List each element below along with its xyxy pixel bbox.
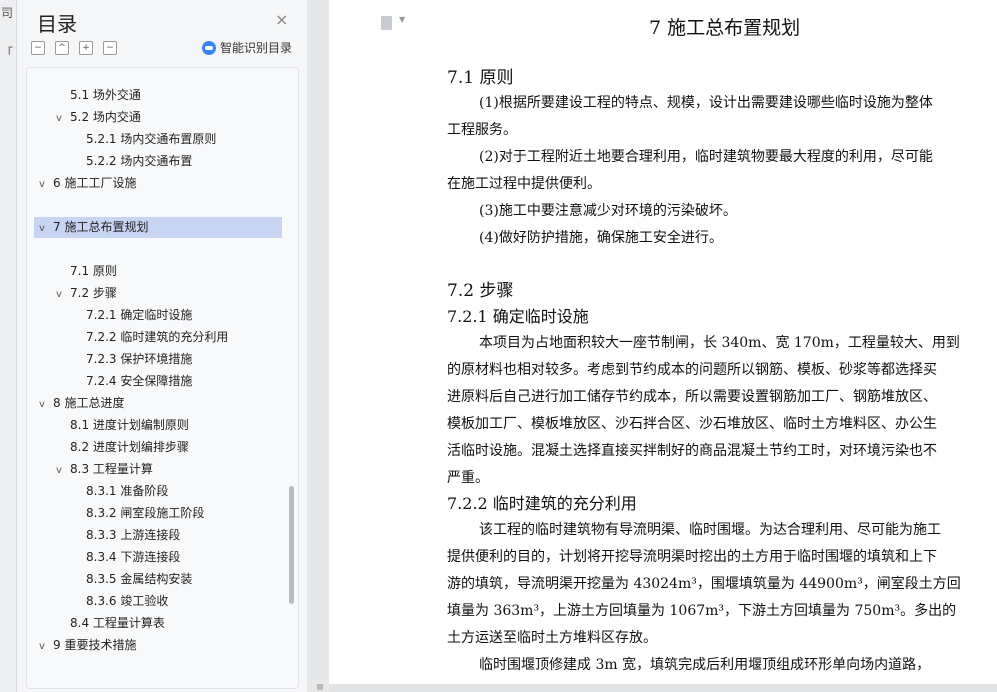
toc-item[interactable]: 7.1 原则 — [70, 261, 117, 282]
toc-item[interactable]: v 5.2 场内交通 — [56, 107, 141, 128]
toc-item-label: 7.2.2 临时建筑的充分利用 — [86, 330, 229, 344]
paragraph-line: 工程服务。 — [447, 122, 517, 138]
chevron-down-icon[interactable]: v — [39, 636, 53, 657]
paragraph-line: 活临时设施。混凝土选择直接买拌制好的商品混凝土节约工时，对环境污染也不 — [447, 443, 937, 459]
toc-item-label: 8.3.6 竣工验收 — [86, 594, 169, 608]
toc-item[interactable]: 7.2.2 临时建筑的充分利用 — [86, 327, 228, 348]
ai-cloud-icon — [202, 40, 216, 55]
toc-item-label: 8 施工总进度 — [53, 396, 125, 410]
chevron-down-icon[interactable]: v — [56, 460, 70, 481]
close-icon[interactable]: × — [275, 10, 288, 29]
toc-item[interactable]: v 7.2 步骤 — [56, 283, 117, 304]
toc-title: 目录 — [37, 12, 77, 36]
toc-item[interactable]: 7.2.1 确定临时设施 — [86, 305, 192, 326]
toc-item-label: 8.1 进度计划编制原则 — [70, 418, 189, 432]
toc-item-label: 7.1 原则 — [70, 264, 117, 278]
section-title: 7.1 原则 — [447, 68, 514, 88]
paragraph-line: 填量为 363m³，上游土方回填量为 1067m³，下游土方回填量为 750m³… — [447, 603, 957, 619]
toc-item[interactable]: 8.4 工程量计算表 — [70, 613, 165, 634]
document-page: ▼ 7 施工总布置规划 7.1 原则 (1)根据所要建设工程的特点、规模，设计出… — [329, 0, 997, 692]
toc-item-label: 7 施工总布置规划 — [53, 220, 149, 234]
paragraph-line: 临时围堰顶修建成 3m 宽，填筑完成后利用堰顶组成环形单向场内道路， — [479, 657, 931, 673]
paragraph-line: 本项目为占地面积较大一座节制闸，长 340m、宽 170m，工程量较大、用到 — [479, 335, 960, 351]
toc-item-label: 5.2.2 场内交通布置 — [86, 154, 193, 168]
toc-item-selected[interactable]: v7 施工总布置规划 — [34, 217, 282, 238]
chevron-down-icon[interactable]: v — [39, 218, 53, 239]
paragraph-line: 模板加工厂、模板堆放区、沙石拌合区、沙石堆放区、临时土方堆料区、办公生 — [447, 416, 937, 432]
toc-item[interactable]: 7.2.3 保护环境措施 — [86, 349, 192, 370]
left-strip-glyph[interactable]: 司 — [1, 4, 13, 21]
smart-toc-label: 智能识别目录 — [220, 41, 293, 55]
toc-list: 5.1 场外交通 v 5.2 场内交通 5.2.1 场内交通布置原则 5.2.2 … — [26, 67, 299, 689]
toc-item-label: 5.2.1 场内交通布置原则 — [86, 132, 217, 146]
toc-item-label: 8.4 工程量计算表 — [70, 616, 165, 630]
paragraph-line: (2)对于工程附近土地要合理利用，临时建筑物要最大程度的利用，尽可能 — [479, 149, 933, 165]
paragraph-line: 的原材料也相对较多。考虑到节约成本的问题所以钢筋、模板、砂浆等都选择买 — [447, 362, 937, 378]
toc-item-label: 7.2.3 保护环境措施 — [86, 352, 193, 366]
toc-item-label: 5.2 场内交通 — [70, 110, 141, 124]
toc-item[interactable]: 8.3.6 竣工验收 — [86, 591, 168, 612]
horizontal-scrollbar[interactable] — [317, 684, 997, 692]
toc-item[interactable]: 7.2.4 安全保障措施 — [86, 371, 192, 392]
chevron-down-icon[interactable]: v — [39, 394, 53, 415]
chevron-down-icon[interactable]: v — [39, 174, 53, 195]
toc-item[interactable]: v9 重要技术措施 — [39, 635, 136, 656]
paragraph-line: (3)施工中要注意减少对环境的污染破坏。 — [479, 203, 737, 219]
paragraph-line: 该工程的临时建筑物有导流明渠、临时围堰。为达合理利用、尽可能为施工 — [479, 522, 941, 538]
paragraph-line: 严重。 — [447, 470, 489, 486]
toc-item[interactable]: 8.3.1 准备阶段 — [86, 481, 168, 502]
toc-item-label: 9 重要技术措施 — [53, 638, 137, 652]
toc-item[interactable]: 5.1 场外交通 — [70, 85, 141, 106]
paragraph-line: (1)根据所要建设工程的特点、规模，设计出需要建设哪些临时设施为整体 — [479, 95, 933, 111]
toc-panel: 目录 × − ^ + − 智能识别目录 5.1 场外交通 v 5.2 场内交通 5… — [17, 0, 307, 692]
toc-item-label: 8.3.3 上游连接段 — [86, 528, 181, 542]
remove-heading-icon[interactable]: − — [103, 41, 117, 55]
toc-item-label: 7.2 步骤 — [70, 286, 117, 300]
chevron-down-icon[interactable]: v — [56, 284, 70, 305]
toc-item[interactable]: v8 施工总进度 — [39, 393, 124, 414]
toc-item-label: 8.3.5 金属结构安装 — [86, 572, 193, 586]
toc-item[interactable]: 8.3.5 金属结构安装 — [86, 569, 192, 590]
paragraph-line: 提供便利的目的，计划将开挖导流明渠时挖出的土方用于临时围堰的填筑和上下 — [447, 549, 937, 565]
toc-item-label: 8.3.1 准备阶段 — [86, 484, 169, 498]
toc-item[interactable]: 8.3.4 下游连接段 — [86, 547, 180, 568]
left-strip-glyph[interactable]: 「 — [1, 44, 13, 61]
toc-item[interactable]: v 8.3 工程量计算 — [56, 459, 153, 480]
toc-scrollbar[interactable] — [289, 486, 294, 604]
toc-item[interactable]: 8.3.3 上游连接段 — [86, 525, 180, 546]
expand-up-icon[interactable]: ^ — [55, 41, 69, 55]
collapse-all-icon[interactable]: − — [31, 41, 45, 55]
add-heading-icon[interactable]: + — [79, 41, 93, 55]
toc-item-label: 8.3.4 下游连接段 — [86, 550, 181, 564]
toc-item-label: 7.2.4 安全保障措施 — [86, 374, 193, 388]
section-title: 7.2 步骤 — [447, 281, 514, 301]
chapter-title: 7 施工总布置规划 — [649, 17, 801, 39]
toc-item-label: 8.3 工程量计算 — [70, 462, 153, 476]
toc-item[interactable]: 8.2 进度计划编排步骤 — [70, 437, 189, 458]
left-sidebar-strip: 司 「 — [0, 0, 17, 692]
paragraph-line: 游的填筑，导流明渠开挖量为 43024m³，围堰填筑量为 44900m³，闸室段… — [447, 576, 961, 592]
toc-item-label: 8.3.2 闸室段施工阶段 — [86, 506, 205, 520]
paragraph-line: 进原料后自己进行加工储存节约成本，所以需要设置钢筋加工厂、钢筋堆放区、 — [447, 389, 937, 405]
subsection-title: 7.2.2 临时建筑的充分利用 — [447, 494, 637, 513]
caret-down-icon[interactable]: ▼ — [399, 15, 405, 24]
toc-item[interactable]: 5.2.2 场内交通布置 — [86, 151, 192, 172]
chevron-down-icon[interactable]: v — [56, 108, 70, 129]
toc-item-label: 8.2 进度计划编排步骤 — [70, 440, 189, 454]
toc-item-label: 7.2.1 确定临时设施 — [86, 308, 193, 322]
subsection-title: 7.2.1 确定临时设施 — [447, 307, 589, 326]
smart-toc-button[interactable]: 智能识别目录 — [202, 39, 292, 56]
panel-divider[interactable] — [307, 0, 329, 692]
page-icon[interactable] — [381, 16, 392, 30]
toc-item-label: 6 施工工厂设施 — [53, 176, 137, 190]
toc-item[interactable]: v6 施工工厂设施 — [39, 173, 136, 194]
paragraph-line: (4)做好防护措施，确保施工安全进行。 — [479, 230, 723, 246]
toc-item-label: 5.1 场外交通 — [70, 88, 141, 102]
paragraph-line: 在施工过程中提供便利。 — [447, 176, 601, 192]
toc-item[interactable]: 8.3.2 闸室段施工阶段 — [86, 503, 204, 524]
paragraph-line: 土方运送至临时土方堆料区存放。 — [447, 630, 657, 646]
toc-item[interactable]: 5.2.1 场内交通布置原则 — [86, 129, 216, 150]
toc-item[interactable]: 8.1 进度计划编制原则 — [70, 415, 189, 436]
